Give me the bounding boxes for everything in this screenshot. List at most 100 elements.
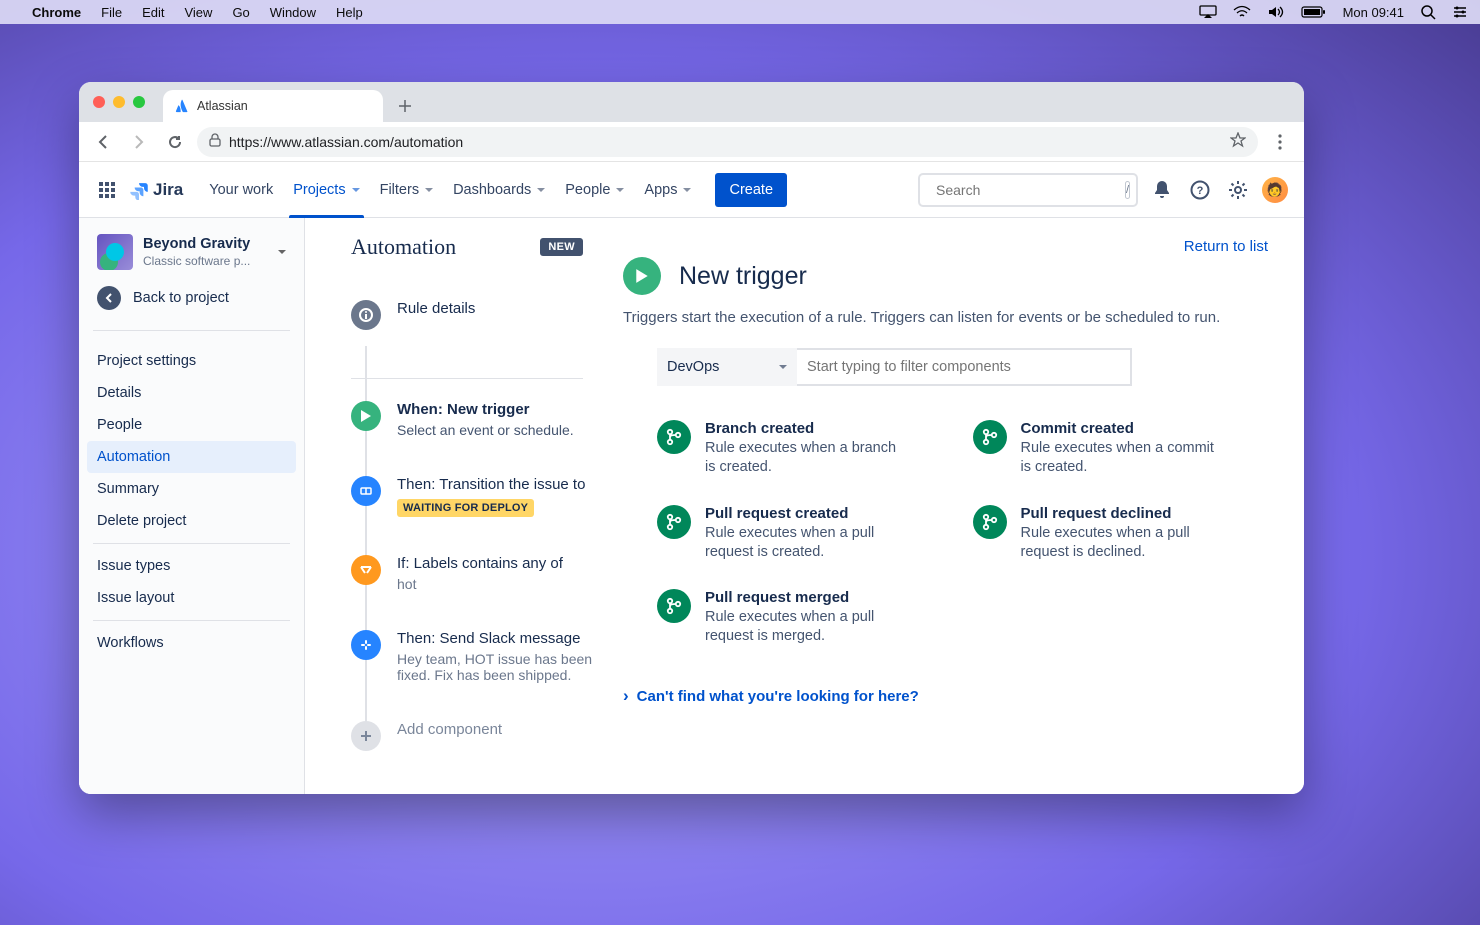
trigger-name: Pull request created	[705, 505, 910, 522]
trigger-desc: Rule executes when a commit is created.	[1021, 439, 1226, 477]
nav-dashboards[interactable]: Dashboards	[445, 162, 553, 218]
user-avatar[interactable]: 🧑	[1262, 177, 1288, 203]
sidebar-item-delete-project[interactable]: Delete project	[79, 505, 304, 537]
rule-step-transition[interactable]: Then: Transition the issue to WAITING FO…	[351, 476, 595, 555]
project-avatar	[97, 234, 133, 270]
project-switcher[interactable]: Beyond Gravity Classic software p...	[79, 234, 304, 270]
sidebar-item-workflows[interactable]: Workflows	[79, 627, 304, 659]
menu-file[interactable]: File	[101, 5, 122, 20]
branch-icon	[973, 505, 1007, 539]
forward-button[interactable]	[125, 128, 153, 156]
nav-filters[interactable]: Filters	[372, 162, 441, 218]
divider	[93, 620, 290, 621]
browser-tab[interactable]: Atlassian	[163, 90, 383, 122]
divider	[93, 543, 290, 544]
sidebar-item-project-settings[interactable]: Project settings	[79, 337, 304, 377]
sidebar-item-issue-types[interactable]: Issue types	[79, 550, 304, 582]
sidebar-item-issue-layout[interactable]: Issue layout	[79, 582, 304, 614]
window-minimize-button[interactable]	[113, 96, 125, 108]
menu-window[interactable]: Window	[270, 5, 316, 20]
window-close-button[interactable]	[93, 96, 105, 108]
volume-icon[interactable]	[1267, 5, 1285, 19]
help-icon[interactable]: ?	[1186, 176, 1214, 204]
search-hotkey: /	[1125, 181, 1130, 199]
bookmark-star-icon[interactable]	[1230, 132, 1246, 151]
airplay-icon[interactable]	[1199, 5, 1217, 19]
search-box[interactable]: /	[918, 173, 1138, 207]
trigger-desc: Rule executes when a pull request is mer…	[705, 608, 910, 646]
page-title: Automation	[351, 236, 456, 258]
window-maximize-button[interactable]	[133, 96, 145, 108]
app-switcher-icon[interactable]	[95, 178, 119, 202]
address-bar[interactable]: https://www.atlassian.com/automation	[197, 127, 1258, 157]
trigger-name: Branch created	[705, 420, 910, 437]
trigger-option[interactable]: Pull request created Rule executes when a…	[657, 505, 953, 562]
step-label: Add component	[397, 721, 502, 738]
branch-icon	[657, 589, 691, 623]
chevron-down-icon	[537, 188, 545, 192]
new-tab-button[interactable]	[391, 92, 419, 120]
trigger-desc: Rule executes when a pull request is cre…	[705, 524, 910, 562]
back-arrow-icon	[97, 286, 121, 310]
control-center-icon[interactable]	[1452, 5, 1468, 19]
chevron-down-icon	[352, 188, 360, 192]
trigger-option[interactable]: Pull request mergedRule executes when a …	[657, 589, 953, 646]
macos-menubar: Chrome File Edit View Go Window Help Mon…	[0, 0, 1480, 24]
trigger-option[interactable]: Pull request declinedRule executes when …	[973, 505, 1269, 562]
rule-step-trigger[interactable]: When: New trigger Select an event or sch…	[351, 401, 595, 476]
chevron-down-icon	[683, 188, 691, 192]
back-button[interactable]	[89, 128, 117, 156]
sidebar-item-details[interactable]: Details	[79, 377, 304, 409]
nav-your-work[interactable]: Your work	[201, 162, 281, 218]
spotlight-icon[interactable]	[1420, 4, 1436, 20]
cant-find-link[interactable]: Can't find what you're looking for here?	[623, 686, 1268, 706]
jira-app: Jira Your work Projects Filters Dashboar…	[79, 162, 1304, 794]
step-label: Rule details	[397, 300, 475, 317]
menu-view[interactable]: View	[184, 5, 212, 20]
project-name: Beyond Gravity	[143, 236, 250, 253]
jira-logo[interactable]: Jira	[129, 180, 183, 200]
app-name[interactable]: Chrome	[32, 5, 81, 20]
search-input[interactable]	[934, 181, 1119, 199]
product-name: Jira	[153, 180, 183, 200]
info-icon	[351, 300, 381, 330]
component-filter-input[interactable]	[797, 348, 1132, 386]
trigger-option[interactable]: Commit createdRule executes when a commi…	[973, 420, 1269, 477]
notifications-icon[interactable]	[1148, 176, 1176, 204]
browser-menu-button[interactable]	[1266, 134, 1294, 150]
rule-step-details[interactable]: Rule details	[351, 300, 595, 368]
status-lozenge: WAITING FOR DEPLOY	[397, 499, 534, 517]
window-controls	[93, 96, 145, 108]
sidebar-item-automation[interactable]: Automation	[87, 441, 296, 473]
reload-button[interactable]	[161, 128, 189, 156]
rule-step-add[interactable]: Add component	[351, 721, 595, 751]
menu-go[interactable]: Go	[232, 5, 249, 20]
wifi-icon[interactable]	[1233, 5, 1251, 19]
detail-description: Triggers start the execution of a rule. …	[623, 309, 1268, 326]
rule-step-condition[interactable]: If: Labels contains any of hot	[351, 555, 595, 630]
nav-projects[interactable]: Projects	[285, 162, 367, 218]
menu-help[interactable]: Help	[336, 5, 363, 20]
menu-edit[interactable]: Edit	[142, 5, 164, 20]
create-button[interactable]: Create	[715, 173, 787, 207]
nav-people[interactable]: People	[557, 162, 632, 218]
nav-apps[interactable]: Apps	[636, 162, 699, 218]
tab-title: Atlassian	[197, 99, 248, 113]
battery-icon[interactable]	[1301, 5, 1327, 19]
menubar-clock[interactable]: Mon 09:41	[1343, 5, 1404, 20]
trigger-option[interactable]: Branch createdRule executes when a branc…	[657, 420, 953, 477]
step-sub: hot	[397, 576, 563, 592]
return-to-list-link[interactable]: Return to list	[623, 238, 1268, 255]
dropdown-value: DevOps	[667, 359, 719, 375]
rule-builder-column: Automation NEW Rule details When: New	[305, 218, 595, 794]
step-label: If: Labels contains any of	[397, 555, 563, 572]
back-to-project[interactable]: Back to project	[79, 270, 304, 324]
rule-step-slack[interactable]: Then: Send Slack message Hey team, HOT i…	[351, 630, 595, 721]
play-icon	[351, 401, 381, 431]
category-dropdown[interactable]: DevOps	[657, 348, 797, 386]
settings-gear-icon[interactable]	[1224, 176, 1252, 204]
sidebar-item-summary[interactable]: Summary	[79, 473, 304, 505]
step-label: Then: Send Slack message	[397, 630, 595, 647]
sidebar-item-people[interactable]: People	[79, 409, 304, 441]
action-icon	[351, 476, 381, 506]
